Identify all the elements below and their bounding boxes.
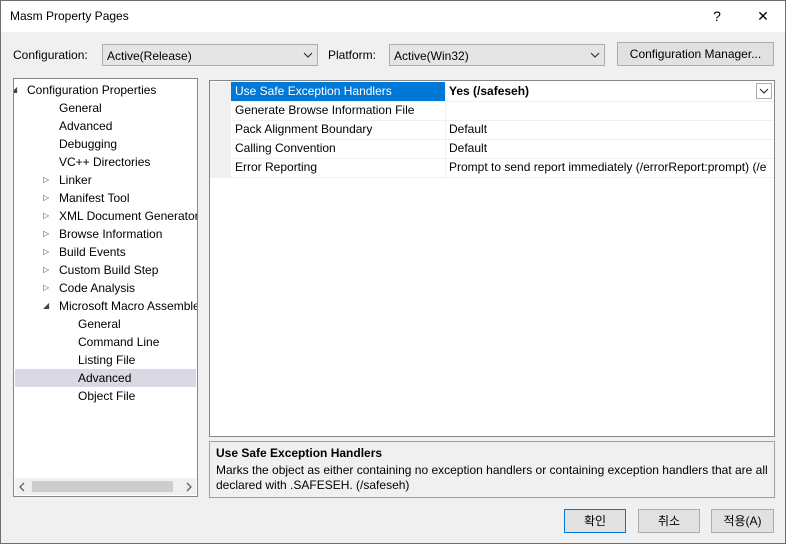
tree-item-label: Listing File [78, 353, 136, 367]
scrollbar-thumb[interactable] [32, 481, 173, 492]
tree-item[interactable]: ▷ Manifest Tool [15, 189, 196, 207]
tree-item-label: Browse Information [59, 227, 163, 241]
configuration-bar: Configuration: Active(Release) Platform:… [1, 42, 785, 68]
scroll-left-icon[interactable] [18, 482, 26, 492]
collapsed-arrow-icon[interactable]: ▷ [43, 243, 49, 261]
collapsed-arrow-icon[interactable]: ▷ [43, 261, 49, 279]
property-row[interactable]: Pack Alignment Boundary Default [210, 120, 774, 140]
property-row[interactable]: Calling Convention Default [210, 139, 774, 159]
property-value[interactable] [446, 101, 774, 120]
tree-item-label: General [59, 101, 102, 115]
tree-item-label: Advanced [59, 119, 113, 133]
tree-item-label: Build Events [59, 245, 126, 259]
tree-item-label: XML Document Generator [59, 209, 198, 223]
cancel-button[interactable]: 취소 [638, 509, 700, 533]
tree-item-label: Custom Build Step [59, 263, 159, 277]
help-button[interactable]: ? [702, 5, 732, 27]
property-name[interactable]: Calling Convention [231, 139, 445, 158]
tree-item[interactable]: VC++ Directories [15, 153, 196, 171]
expanded-arrow-icon[interactable]: ◢ [43, 297, 49, 315]
tree-item[interactable]: ◢ Configuration Properties [14, 81, 196, 99]
chevron-down-icon [590, 52, 600, 58]
tree-item[interactable]: Advanced [15, 117, 196, 135]
window-title: Masm Property Pages [10, 9, 129, 23]
tree-item[interactable]: Listing File [15, 351, 196, 369]
ok-button[interactable]: 확인 [564, 509, 626, 533]
tree-item-label: Configuration Properties [27, 83, 157, 97]
tree-item-label: General [78, 317, 121, 331]
tree-item-label: VC++ Directories [59, 155, 151, 169]
property-row[interactable]: Generate Browse Information File [210, 101, 774, 121]
tree-item[interactable]: ▷ XML Document Generator [15, 207, 198, 225]
description-title: Use Safe Exception Handlers [216, 446, 383, 460]
tree-item-label: Code Analysis [59, 281, 136, 295]
tree-item[interactable]: Object File [15, 387, 196, 405]
tree-item-label: Linker [59, 173, 92, 187]
row-gutter [210, 158, 231, 177]
tree-item-label: Debugging [59, 137, 118, 151]
property-name[interactable]: Use Safe Exception Handlers [231, 82, 445, 101]
row-gutter [210, 139, 231, 158]
tree-item-label: Manifest Tool [59, 191, 130, 205]
tree-item[interactable]: Command Line [15, 333, 196, 351]
collapsed-arrow-icon[interactable]: ▷ [43, 279, 49, 297]
property-value[interactable]: Prompt to send report immediately (/erro… [446, 158, 774, 177]
row-gutter [210, 82, 231, 101]
close-button[interactable]: ✕ [748, 5, 778, 27]
scroll-right-icon[interactable] [185, 482, 193, 492]
property-tree[interactable]: ◢ Configuration Properties General Advanced… [13, 78, 198, 497]
description-body: Marks the object as either containing no… [216, 463, 768, 492]
collapsed-arrow-icon[interactable]: ▷ [43, 225, 49, 243]
property-row[interactable]: Use Safe Exception Handlers Yes (/safeseh… [210, 82, 774, 102]
chevron-down-icon [759, 88, 769, 94]
configuration-value: Active(Release) [107, 49, 192, 63]
configuration-manager-button[interactable]: Configuration Manager... [617, 42, 774, 66]
tree-item[interactable]: ▷ Linker [15, 171, 196, 189]
tree-item[interactable]: ▷ Custom Build Step [15, 261, 196, 279]
tree-item[interactable]: ▷ Browse Information [15, 225, 196, 243]
row-gutter [210, 101, 231, 120]
property-value[interactable]: Default [446, 120, 774, 139]
configuration-label: Configuration: [13, 48, 88, 62]
tree-item-label: Object File [78, 389, 136, 403]
property-value[interactable]: Default [446, 139, 774, 158]
tree-item[interactable]: Advanced [15, 369, 196, 387]
platform-label: Platform: [328, 48, 377, 62]
tree-item[interactable]: General [15, 315, 196, 333]
tree-item-label: Advanced [78, 371, 132, 385]
configuration-combo[interactable]: Active(Release) [102, 44, 318, 66]
value-dropdown-button[interactable] [756, 83, 772, 99]
chevron-down-icon [303, 52, 313, 58]
tree-item-label: Command Line [78, 335, 160, 349]
tree-item[interactable]: ▷ Build Events [15, 243, 196, 261]
tree-item[interactable]: General [15, 99, 196, 117]
property-row[interactable]: Error Reporting Prompt to send report imm… [210, 158, 774, 178]
platform-value: Active(Win32) [394, 49, 469, 63]
platform-combo[interactable]: Active(Win32) [389, 44, 605, 66]
collapsed-arrow-icon[interactable]: ▷ [43, 207, 49, 225]
tree-item-label: Microsoft Macro Assembler [59, 299, 198, 313]
collapsed-arrow-icon[interactable]: ▷ [43, 171, 49, 189]
property-name[interactable]: Generate Browse Information File [231, 101, 445, 120]
property-grid[interactable]: Use Safe Exception Handlers Yes (/safeseh… [209, 80, 775, 437]
tree-item[interactable]: ▷ Code Analysis [15, 279, 196, 297]
expanded-arrow-icon[interactable]: ◢ [14, 81, 17, 99]
row-gutter [210, 120, 231, 139]
collapsed-arrow-icon[interactable]: ▷ [43, 189, 49, 207]
property-name[interactable]: Pack Alignment Boundary [231, 120, 445, 139]
property-value[interactable]: Yes (/safeseh) [446, 82, 774, 101]
title-bar: Masm Property Pages ? ✕ [1, 1, 785, 32]
tree-horizontal-scrollbar[interactable] [15, 478, 196, 495]
tree-item[interactable]: ◢ Microsoft Macro Assembler [15, 297, 198, 315]
description-panel: Use Safe Exception Handlers Marks the ob… [209, 441, 775, 498]
tree-item[interactable]: Debugging [15, 135, 196, 153]
property-pages-window: Masm Property Pages ? ✕ Configuration: A… [0, 0, 786, 544]
apply-button[interactable]: 적용(A) [711, 509, 774, 533]
property-name[interactable]: Error Reporting [231, 158, 445, 177]
